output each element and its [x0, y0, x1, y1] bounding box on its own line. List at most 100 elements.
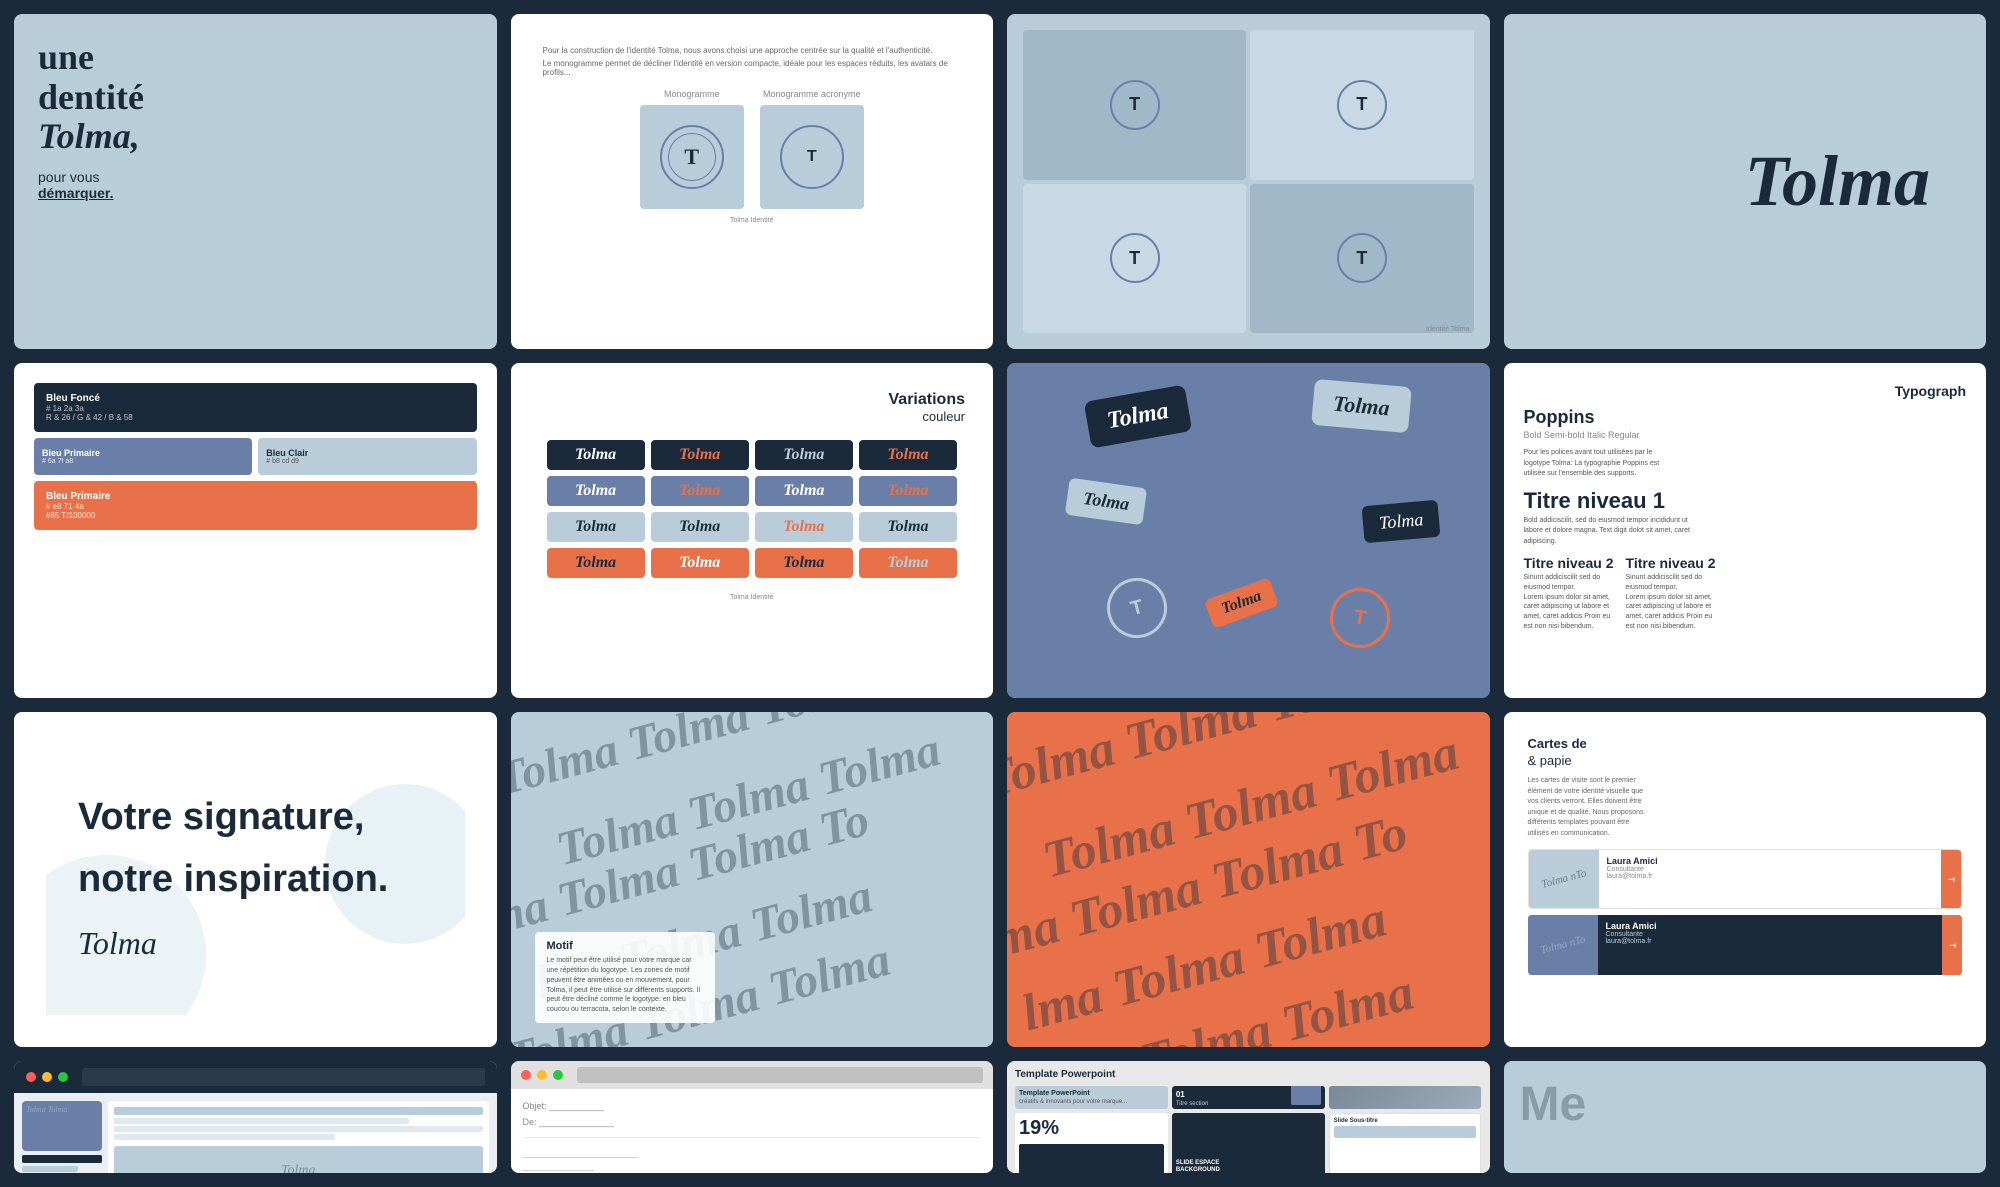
- card-powerpoint: Template Powerpoint Template PowerPoint …: [1007, 1061, 1490, 1173]
- signature-brand: Tolma: [78, 925, 433, 962]
- post-image-text: Tolma: [281, 1163, 316, 1173]
- cartes-description: Les cartes de visite sont le premierélém…: [1528, 776, 1963, 839]
- ppt-slide-2: 01 Titre section: [1172, 1086, 1325, 1109]
- intro-title-line2: dentité: [38, 78, 473, 118]
- email-dot-red: [521, 1070, 531, 1080]
- font-styles: Bold Semi-bold Italic Regular: [1524, 430, 1967, 440]
- card-motif-orange: Tolma Tolma Tolma Tolma Tolma Tolma ma T…: [1007, 712, 1490, 1047]
- logo-circle-4: T: [1337, 233, 1387, 283]
- var-2: Tolma: [651, 440, 749, 470]
- var-6: Tolma: [651, 476, 749, 506]
- var-3: Tolma: [755, 440, 853, 470]
- card-color-swatches: Bleu Foncé # 1a 2a 3aR & 26 / G & 42 / B…: [14, 363, 497, 698]
- var-9: Tolma: [547, 512, 645, 542]
- heading-1-desc: Bold addiciscilit, sed do eiusmod tempor…: [1524, 516, 1967, 548]
- bc2-title: Consultante: [1606, 931, 1935, 938]
- bc1-pattern: Tolma nTo: [1529, 850, 1599, 908]
- color-mid-label: Bleu Primaire: [42, 448, 244, 458]
- color-light-label: Bleu Clair: [266, 448, 468, 458]
- logo-grid-item-2: T: [1250, 30, 1473, 180]
- email-field-from: De: _______________: [523, 1117, 982, 1127]
- slide2-image: [1291, 1086, 1321, 1105]
- color-dark: Bleu Foncé # 1a 2a 3aR & 26 / G & 42 / B…: [34, 383, 477, 432]
- color-orange-values: # e8 71 4a#85 T/100000: [46, 502, 465, 520]
- email-dot-green: [553, 1070, 563, 1080]
- card-linkedin: Tolma Tolma Tolma: [14, 1061, 497, 1173]
- bc1-pattern-text: Tolma nTo: [1540, 867, 1588, 890]
- identite-label: Identité Tolma: [1426, 326, 1469, 333]
- bc1-email: laura@tolma.fr: [1607, 873, 1934, 880]
- ppt-slide-1: Template PowerPoint créatifs & innovants…: [1015, 1086, 1168, 1109]
- var-15: Tolma: [755, 548, 853, 578]
- search-bar[interactable]: [82, 1068, 485, 1086]
- color-mid-values: # 6a 7f a8: [42, 458, 244, 465]
- post-line-1: [114, 1107, 483, 1115]
- card-logo-grid: T T T T Identité Tolma: [1007, 14, 1490, 349]
- post-line-4: [114, 1134, 335, 1140]
- profile-pattern: Tolma Tolma: [22, 1101, 102, 1118]
- bc1-info: Laura Amici Consultante laura@tolma.fr: [1599, 850, 1942, 908]
- logo-grid-inner: T T T T: [1015, 22, 1482, 341]
- logo-grid-item-3: T: [1023, 184, 1246, 334]
- variations-subtitle: couleur: [539, 409, 966, 424]
- card-email: Objet: ___________ De: _______________ _…: [511, 1061, 994, 1173]
- cartes-title: Cartes de: [1528, 736, 1963, 751]
- ppt-title: Template Powerpoint: [1015, 1069, 1482, 1080]
- email-content: __________________________ _____________…: [523, 1148, 982, 1173]
- logo-circle-1: T: [1110, 80, 1160, 130]
- heading-3-desc: Sinunt addiciscilit sed doeiusmod tempor…: [1626, 573, 1716, 632]
- card-intro: une dentité Tolma, pour vous démarquer.: [14, 14, 497, 349]
- var-10: Tolma: [651, 512, 749, 542]
- business-card-2: Tolma nTo Laura Amici Consultante laura@…: [1528, 915, 1963, 975]
- slide3-image: [1329, 1086, 1482, 1109]
- intro-title-line3: Tolma,: [38, 117, 473, 157]
- var-1: Tolma: [547, 440, 645, 470]
- slide4-stat: 19%: [1019, 1117, 1164, 1140]
- email-body: Objet: ___________ De: _______________ _…: [511, 1089, 994, 1173]
- variations-grid: Tolma Tolma Tolma Tolma Tolma Tolma Tolm…: [539, 432, 966, 586]
- slide1-subtitle: créatifs & innovants pour votre marque..…: [1019, 1099, 1164, 1105]
- font-name: Poppins: [1524, 407, 1967, 428]
- bc2-email: laura@tolma.fr: [1606, 938, 1935, 945]
- ppt-slides-container: Template PowerPoint créatifs & innovants…: [1015, 1086, 1482, 1154]
- var-4: Tolma: [859, 440, 957, 470]
- logo-grid-item-1: T: [1023, 30, 1246, 180]
- bc2-accent: T: [1942, 915, 1962, 975]
- sticker-1: Tolma: [1084, 385, 1192, 449]
- post-line-3: [114, 1126, 483, 1132]
- email-window-header: [511, 1061, 994, 1089]
- card-more: Me: [1504, 1061, 1987, 1173]
- slide4-bar: [1019, 1144, 1164, 1173]
- slide6-title: Slide Sous-titre: [1334, 1118, 1477, 1124]
- pattern-orange-background: Tolma Tolma Tolma Tolma Tolma Tolma ma T…: [1007, 712, 1490, 1047]
- bc2-pattern-text: Tolma nTo: [1539, 933, 1587, 956]
- email-dot-yellow: [537, 1070, 547, 1080]
- var-7: Tolma: [755, 476, 853, 506]
- post-line-2: [114, 1118, 409, 1124]
- font-description: Pour les polices avant tout utilisées pa…: [1524, 448, 1967, 480]
- typography-section-label: Typograph: [1524, 383, 1967, 399]
- linkedin-body: Tolma Tolma Tolma: [14, 1093, 497, 1173]
- heading-2: Titre niveau 2: [1524, 555, 1614, 571]
- intro-subtitle1: pour vous: [38, 169, 473, 185]
- monogram-label2: Monogramme acronyme: [760, 89, 864, 99]
- linkedin-main: Tolma Profile level: Advanced: [108, 1101, 489, 1173]
- email-field-objet: Objet: ___________: [523, 1101, 982, 1111]
- post-image: Tolma: [114, 1146, 483, 1173]
- color-mid: Bleu Primaire # 6a 7f a8: [34, 438, 252, 475]
- sticker-2: Tolma: [1311, 379, 1411, 433]
- bc2-pattern: Tolma nTo: [1528, 915, 1598, 975]
- heading-3: Titre niveau 2: [1626, 555, 1716, 571]
- monogram-acronym-circle: T: [780, 125, 844, 189]
- color-orange-label: Bleu Primaire: [46, 491, 465, 502]
- linkedin-post: Tolma: [108, 1101, 489, 1173]
- monogram-label1: Monogramme: [640, 89, 744, 99]
- color-dark-values: # 1a 2a 3aR & 26 / G & 42 / B & 58: [46, 404, 465, 422]
- email-title-bar: [577, 1067, 984, 1083]
- card-variations: Variations couleur Tolma Tolma Tolma Tol…: [511, 363, 994, 698]
- logo-circle-3: T: [1110, 233, 1160, 283]
- var-12: Tolma: [859, 512, 957, 542]
- card-signature: Votre signature, notre inspiration. Tolm…: [14, 712, 497, 1047]
- page-body-text: Pour la construction de l'identité Tolma…: [543, 46, 962, 55]
- ppt-slide-6: Slide Sous-titre: [1329, 1113, 1482, 1173]
